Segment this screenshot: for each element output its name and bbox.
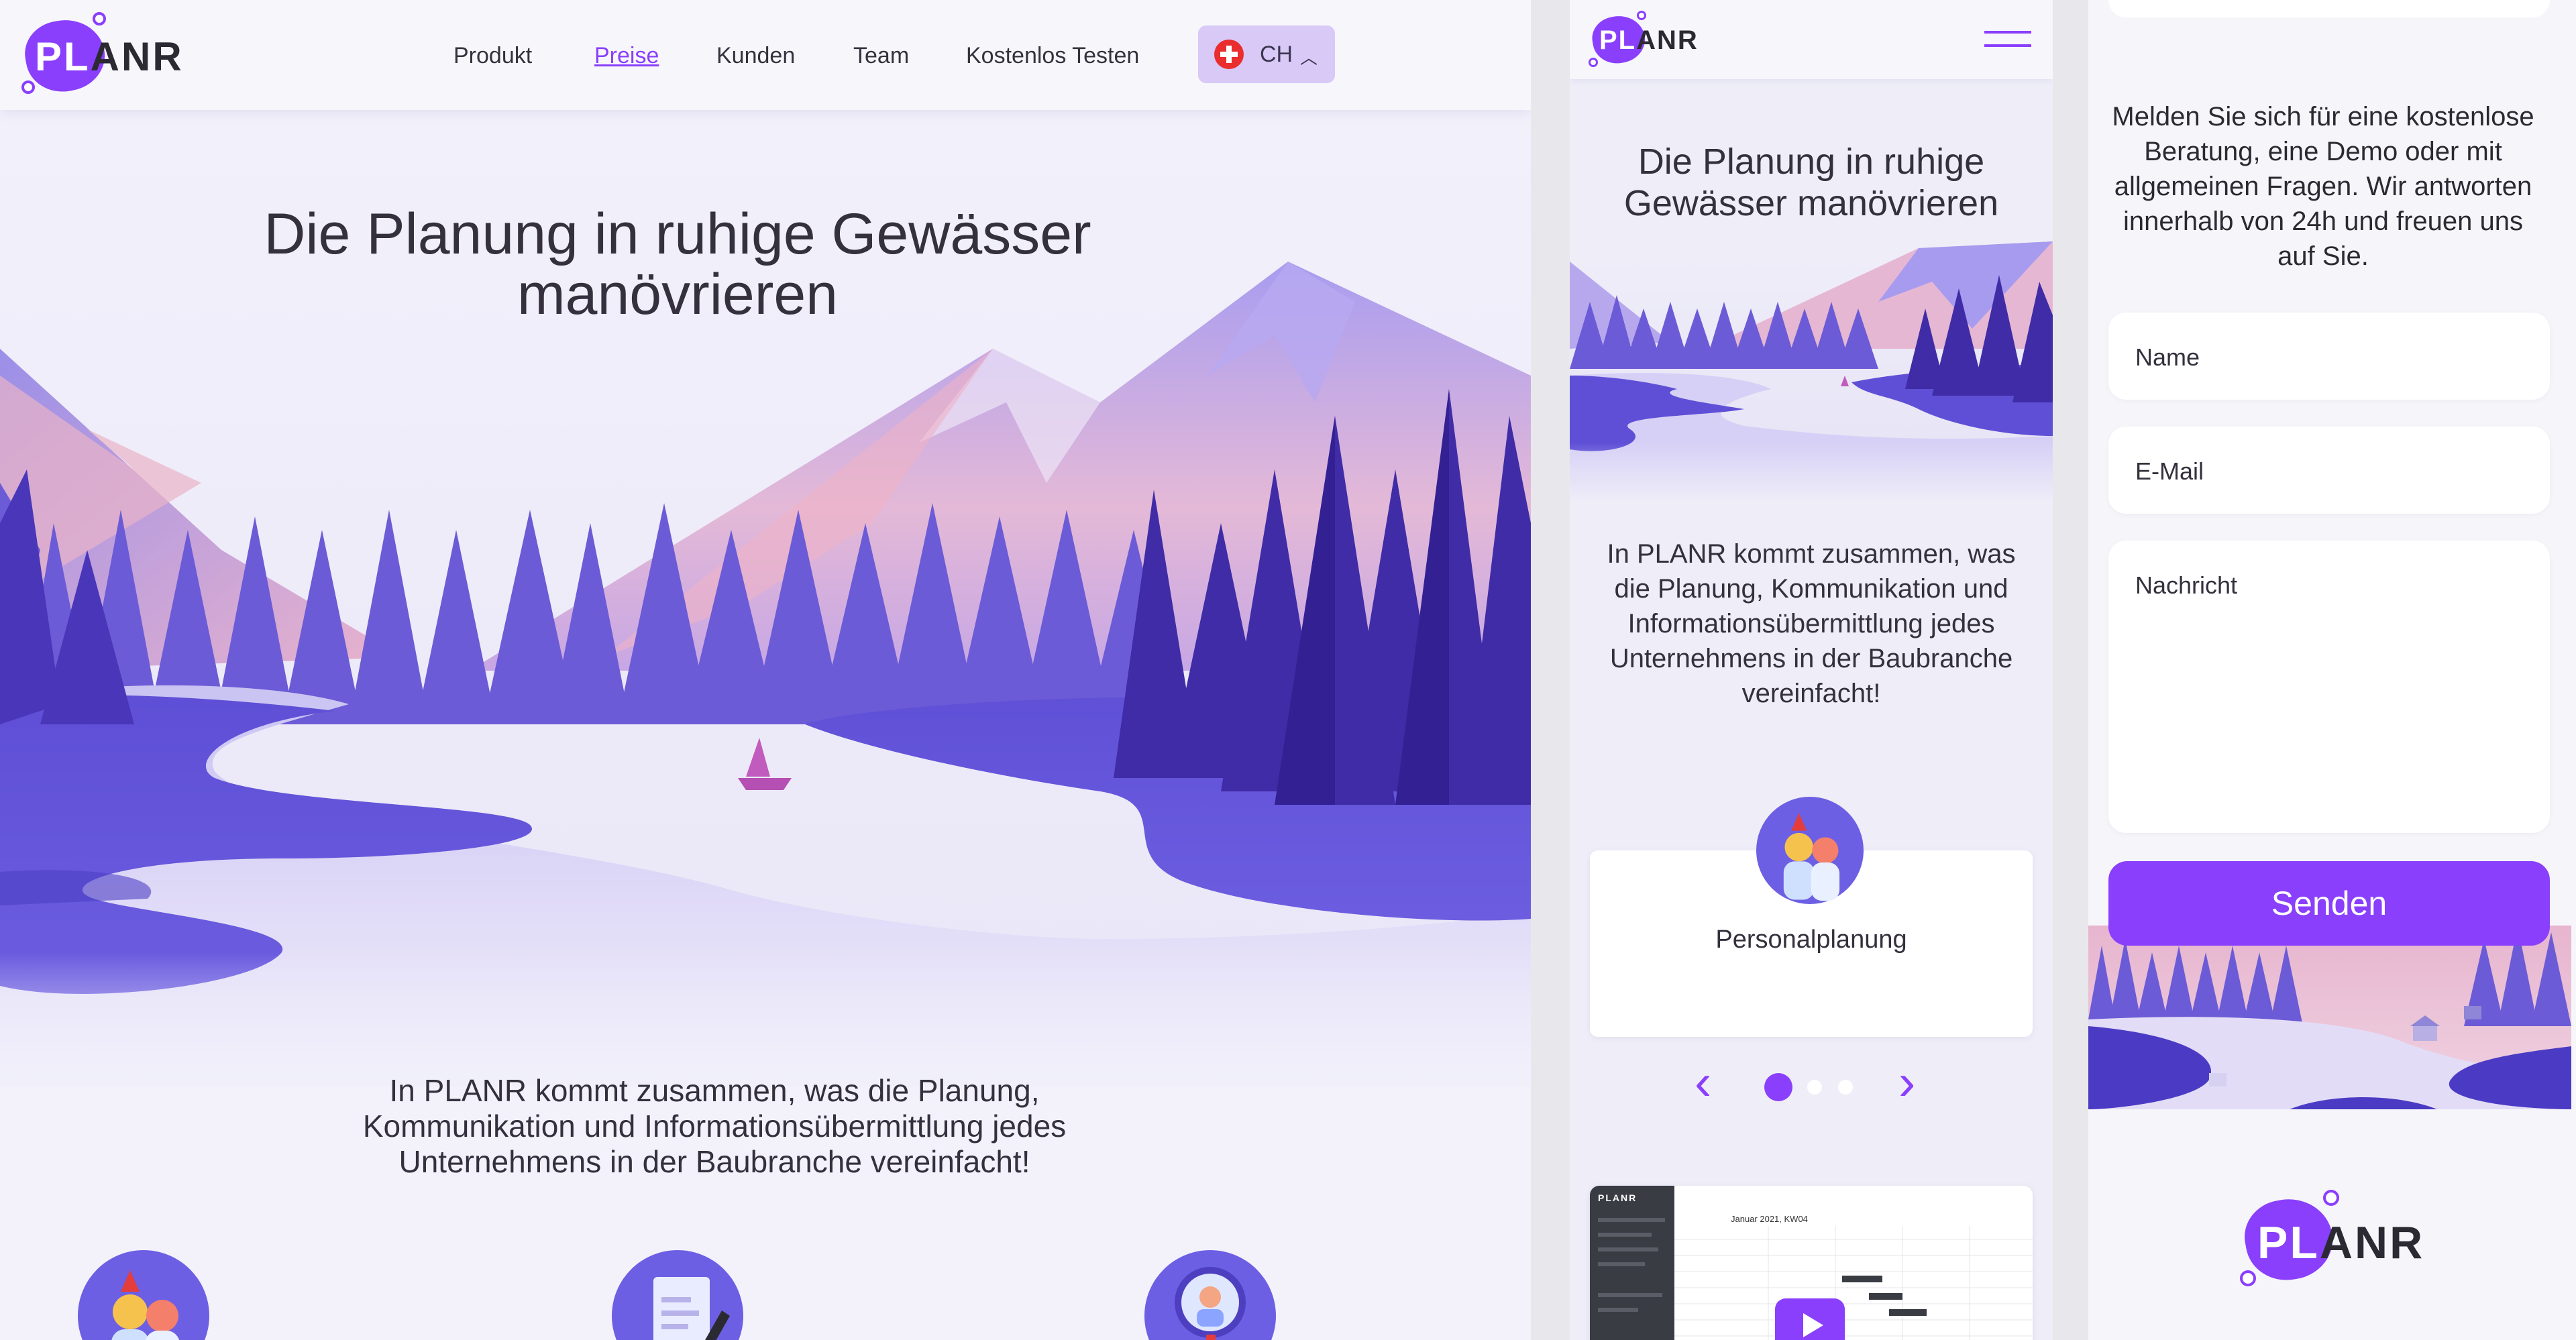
document-pen-icon [612, 1250, 743, 1340]
carousel-card-label: Personalplanung [1715, 926, 1907, 954]
logo-text-small: PLANR [1599, 25, 1699, 55]
mobile-intro-line5: vereinfacht! [1741, 679, 1881, 708]
hero-title-line2: manövrieren [517, 262, 838, 327]
contact-intro-line3: allgemeinen Fragen. Wir antworten [2114, 172, 2532, 201]
mobile-header: PLANR [1570, 0, 2053, 79]
nav-preise[interactable]: Preise [594, 43, 659, 69]
video-app-title: Januar 2021, KW04 [1731, 1214, 1808, 1224]
name-field-placeholder: Name [2135, 343, 2200, 371]
nav-team[interactable]: Team [853, 43, 909, 69]
mobile-intro-text: In PLANR kommt zusammen, was die Planung… [1583, 537, 2039, 711]
contact-intro-line2: Beratung, eine Demo oder mit [2144, 137, 2502, 166]
contact-intro-line4: innerhalb von 24h und freuen uns [2123, 207, 2523, 236]
carousel-dot[interactable] [1807, 1080, 1822, 1095]
email-field[interactable]: E-Mail [2108, 427, 2550, 514]
nav-kunden[interactable]: Kunden [716, 43, 795, 69]
planr-logo-small[interactable]: PLANR [1589, 11, 1704, 70]
language-selector[interactable]: CH ︿ [1198, 25, 1335, 83]
nav-kostenlos-testen[interactable]: Kostenlos Testen [966, 43, 1139, 69]
people-icon [1756, 797, 1864, 904]
swiss-flag-icon [1214, 40, 1244, 69]
mobile-hero-title: Die Planung in ruhige Gewässer manövrier… [1570, 141, 2053, 224]
mobile-hero-title-line2: Gewässer manövrieren [1623, 183, 1999, 223]
play-icon[interactable] [1775, 1298, 1845, 1340]
hero-illustration [0, 0, 1531, 1086]
desktop-page: PLANR Produkt Preise Kunden Team Kostenl… [0, 0, 1531, 1340]
video-app-sidebar: PLANR [1590, 1186, 1674, 1340]
mobile-intro-line2: die Planung, Kommunikation und [1614, 574, 2008, 604]
logo-text-footer: PLANR [2257, 1217, 2425, 1268]
mobile-intro-line4: Unternehmens in der Baubranche [1609, 644, 2013, 673]
previous-field[interactable] [2108, 0, 2550, 17]
message-field-placeholder: Nachricht [2135, 571, 2238, 599]
carousel-dot[interactable] [1838, 1080, 1853, 1095]
mobile-intro-line3: Informationsübermittlung jedes [1627, 609, 1995, 638]
intro-line2: Kommunikation und Informationsübermittlu… [362, 1109, 1067, 1143]
magnifier-person-icon [1144, 1250, 1276, 1340]
video-app-brand: PLANR [1598, 1192, 1638, 1203]
hero-title-line1: Die Planung in ruhige Gewässer [264, 202, 1091, 266]
send-button[interactable]: Senden [2108, 861, 2550, 946]
contact-intro: Melden Sie sich für eine kostenlose Bera… [2088, 99, 2558, 274]
intro-text: In PLANR kommt zusammen, was die Planung… [174, 1073, 1254, 1180]
contact-intro-line5: auf Sie. [2277, 241, 2369, 271]
carousel-dot-active[interactable] [1764, 1073, 1792, 1101]
intro-line1: In PLANR kommt zusammen, was die Planung… [389, 1073, 1040, 1108]
hero-title: Die Planung in ruhige Gewässer manövrier… [174, 204, 1181, 325]
logo-text: PLANR [35, 34, 184, 79]
email-field-placeholder: E-Mail [2135, 457, 2204, 485]
chevron-right-icon[interactable]: › [1898, 1057, 1915, 1108]
hamburger-menu-icon[interactable] [1984, 31, 2031, 47]
chevron-up-icon: ︿ [1300, 48, 1318, 68]
language-code: CH [1260, 42, 1293, 67]
mobile-page: PLANR Die Planung in ruhige Gewässer man… [1570, 0, 2053, 1340]
planr-logo-footer[interactable]: PLANR [2239, 1190, 2428, 1290]
planr-logo[interactable]: PLANR [19, 12, 184, 98]
people-icon [78, 1250, 209, 1340]
message-field[interactable]: Nachricht [2108, 541, 2550, 833]
mobile-intro-line1: In PLANR kommt zusammen, was [1607, 539, 2016, 569]
chevron-left-icon[interactable]: ‹ [1695, 1057, 1711, 1108]
contact-landscape-illustration [2088, 926, 2571, 1109]
intro-line3: Unternehmens in der Baubranche vereinfac… [398, 1144, 1030, 1179]
mobile-hero-title-line1: Die Planung in ruhige [1638, 142, 1985, 182]
top-nav: PLANR Produkt Preise Kunden Team Kostenl… [0, 0, 1531, 110]
video-preview[interactable]: PLANR Januar 2021, KW04 [1590, 1186, 2033, 1340]
mobile-hero-illustration [1570, 235, 2053, 503]
nav-produkt[interactable]: Produkt [453, 43, 532, 69]
contact-intro-line1: Melden Sie sich für eine kostenlose [2112, 102, 2534, 131]
name-field[interactable]: Name [2108, 313, 2550, 400]
video-app-grid [1674, 1226, 2033, 1340]
contact-page: Melden Sie sich für eine kostenlose Bera… [2088, 0, 2576, 1340]
